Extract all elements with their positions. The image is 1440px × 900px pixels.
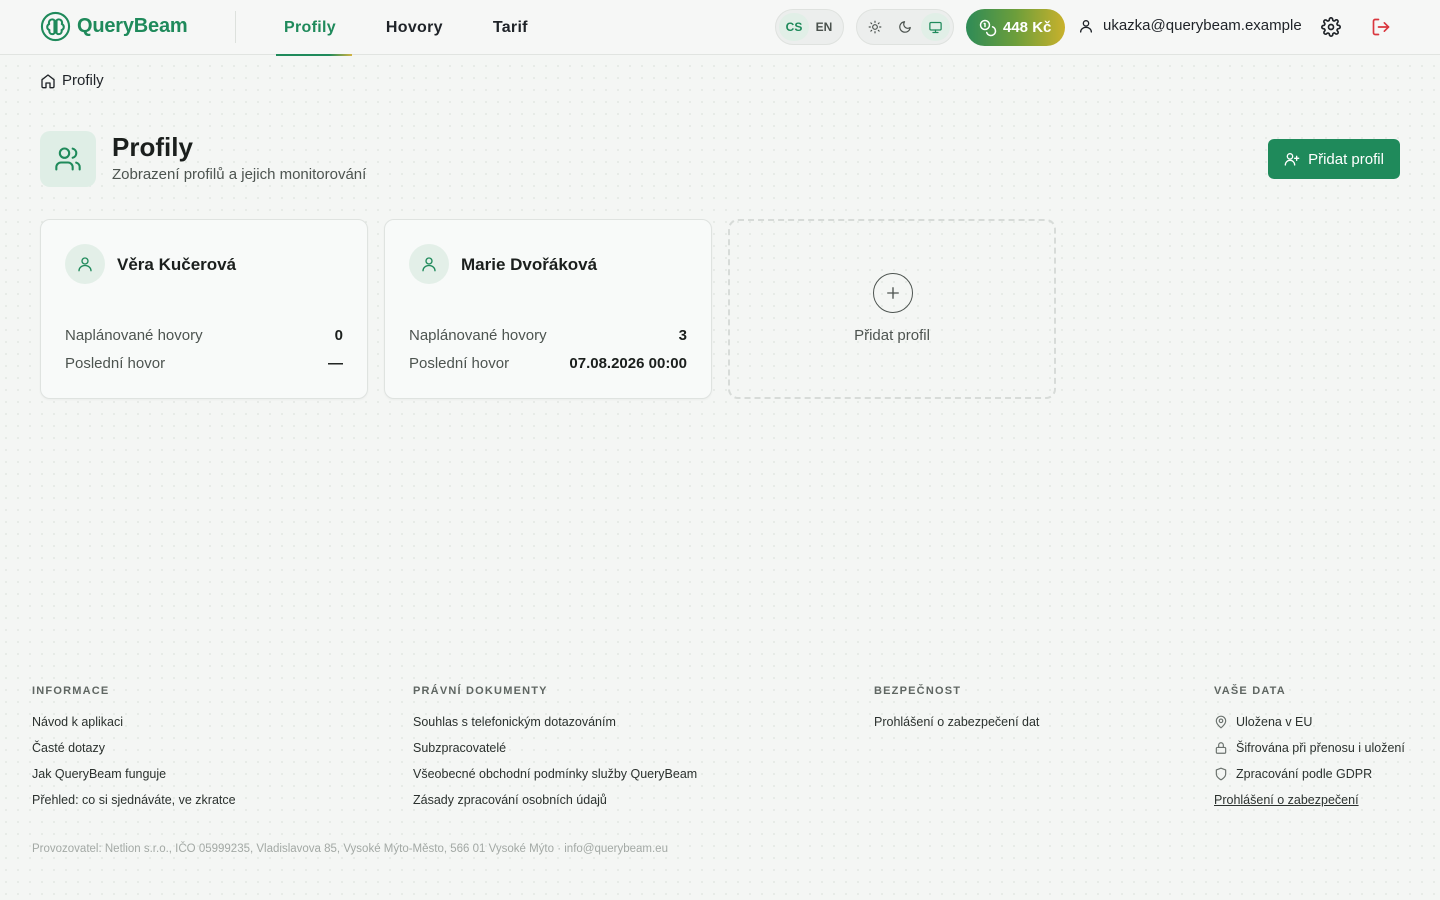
- map-pin-icon: [1214, 715, 1228, 729]
- nav-tab-profily[interactable]: Profily: [268, 0, 352, 56]
- breadcrumb-current: Profily: [62, 72, 104, 89]
- data-encryption-item: Šifrována při přenosu i uložení: [1214, 735, 1405, 761]
- footer-link-guide[interactable]: Návod k aplikaci: [32, 709, 236, 735]
- footer-link-security-declaration[interactable]: Prohlášení o zabezpečení: [1214, 787, 1405, 813]
- footer-link-overview[interactable]: Přehled: co si sjednáváte, ve zkratce: [32, 787, 236, 813]
- nav-tab-hovory[interactable]: Hovory: [370, 0, 459, 55]
- footer-link-security-statement[interactable]: Prohlášení o zabezpečení dat: [874, 709, 1039, 735]
- profile-name: Marie Dvořáková: [461, 255, 598, 274]
- footer-data-column: VAŠE DATA Uložena v EU Šifrována při pře…: [1214, 685, 1405, 813]
- profile-name: Věra Kučerová: [117, 255, 237, 274]
- footer-legal-column: PRÁVNÍ DOKUMENTY Souhlas s telefonickým …: [413, 685, 697, 813]
- theme-switcher: [856, 9, 954, 45]
- monitor-icon: [928, 20, 943, 35]
- profile-card[interactable]: Marie Dvořáková Naplánované hovory 3 Pos…: [384, 219, 712, 399]
- avatar: [409, 244, 449, 284]
- scheduled-calls-row: Naplánované hovory 3: [409, 327, 687, 344]
- data-encryption-label: Šifrována při přenosu i uložení: [1236, 741, 1405, 755]
- profile-card[interactable]: Věra Kučerová Naplánované hovory 0 Posle…: [40, 219, 368, 399]
- avatar: [65, 244, 105, 284]
- user-icon: [1078, 18, 1094, 34]
- header-divider: [235, 11, 236, 43]
- plus-circle-icon: [873, 273, 913, 313]
- footer-security-column: BEZPEČNOST Prohlášení o zabezpečení dat: [874, 685, 1039, 735]
- brand-logo[interactable]: QueryBeam: [40, 11, 188, 42]
- data-eu-label: Uložena v EU: [1236, 715, 1313, 729]
- user-menu[interactable]: ukazka@querybeam.example: [1078, 17, 1302, 34]
- logout-button[interactable]: [1371, 17, 1391, 37]
- data-gdpr-label: Zpracování podle GDPR: [1236, 767, 1373, 781]
- last-call-label: Poslední hovor: [409, 355, 510, 372]
- scheduled-calls-label: Naplánované hovory: [409, 327, 547, 344]
- sun-icon: [868, 20, 882, 34]
- top-bar: QueryBeam Profily Hovory Tarif CS EN 448…: [0, 0, 1440, 56]
- page-title: Profily: [112, 132, 193, 162]
- footer-link-faq[interactable]: Časté dotazy: [32, 735, 236, 761]
- add-profile-button-label: Přidat profil: [1308, 150, 1384, 168]
- logout-icon: [1371, 17, 1391, 37]
- breadcrumb: Profily: [40, 72, 104, 89]
- scheduled-calls-row: Naplánované hovory 0: [65, 327, 343, 344]
- credit-amount: 448 Kč: [1003, 19, 1052, 36]
- page-subtitle: Zobrazení profilů a jejich monitorování: [112, 166, 367, 183]
- users-icon: [54, 145, 82, 173]
- user-plus-icon: [1284, 151, 1300, 167]
- language-switcher: CS EN: [775, 9, 844, 45]
- add-profile-button[interactable]: Přidat profil: [1268, 139, 1400, 179]
- scheduled-calls-label: Naplánované hovory: [65, 327, 203, 344]
- credit-balance-button[interactable]: 448 Kč: [966, 9, 1065, 46]
- home-icon[interactable]: [40, 73, 56, 89]
- page-header-icon-box: [40, 131, 96, 187]
- add-profile-card[interactable]: Přidat profil: [728, 219, 1056, 399]
- footer-security-heading: BEZPEČNOST: [874, 685, 962, 697]
- user-icon: [420, 255, 438, 273]
- lock-icon: [1214, 741, 1228, 755]
- footer-link-terms[interactable]: Všeobecné obchodní podmínky služby Query…: [413, 761, 697, 787]
- last-call-row: Poslední hovor 07.08.2026 00:00: [409, 355, 687, 372]
- language-cs-button[interactable]: CS: [779, 13, 809, 41]
- footer-link-how-it-works[interactable]: Jak QueryBeam funguje: [32, 761, 236, 787]
- footer-info-column: INFORMACE Návod k aplikaci Časté dotazy …: [32, 685, 236, 813]
- settings-button[interactable]: [1321, 17, 1341, 37]
- security-declaration-label: Prohlášení o zabezpečení: [1214, 793, 1359, 807]
- coins-icon: [979, 19, 997, 37]
- user-email: ukazka@querybeam.example: [1103, 17, 1302, 34]
- last-call-value: —: [328, 355, 343, 372]
- footer-link-subprocessors[interactable]: Subzpracovatelé: [413, 735, 697, 761]
- shield-icon: [1214, 767, 1228, 781]
- footer-legal-heading: PRÁVNÍ DOKUMENTY: [413, 685, 548, 697]
- user-icon: [76, 255, 94, 273]
- language-en-button[interactable]: EN: [809, 13, 839, 41]
- operator-info: Provozovatel: Netlion s.r.o., IČO 059992…: [32, 843, 668, 855]
- footer-info-heading: INFORMACE: [32, 685, 110, 697]
- theme-light-button[interactable]: [860, 13, 889, 41]
- nav-tab-tarif[interactable]: Tarif: [477, 0, 544, 55]
- footer-data-heading: VAŠE DATA: [1214, 685, 1286, 697]
- data-eu-item: Uložena v EU: [1214, 709, 1405, 735]
- add-profile-card-label: Přidat profil: [854, 327, 930, 344]
- brain-logo-icon: [40, 11, 71, 42]
- footer-link-phone-consent[interactable]: Souhlas s telefonickým dotazováním: [413, 709, 697, 735]
- last-call-label: Poslední hovor: [65, 355, 166, 372]
- gear-icon: [1321, 17, 1341, 37]
- moon-icon: [898, 20, 912, 34]
- main-nav: Profily Hovory Tarif: [268, 0, 544, 56]
- data-gdpr-item: Zpracování podle GDPR: [1214, 761, 1405, 787]
- footer-link-privacy-policy[interactable]: Zásady zpracování osobních údajů: [413, 787, 697, 813]
- last-call-value: 07.08.2026 00:00: [569, 355, 687, 372]
- brand-name: QueryBeam: [77, 15, 188, 37]
- scheduled-calls-value: 3: [678, 327, 687, 344]
- scheduled-calls-value: 0: [334, 327, 343, 344]
- theme-dark-button[interactable]: [890, 13, 919, 41]
- theme-system-button[interactable]: [920, 13, 950, 41]
- last-call-row: Poslední hovor —: [65, 355, 343, 372]
